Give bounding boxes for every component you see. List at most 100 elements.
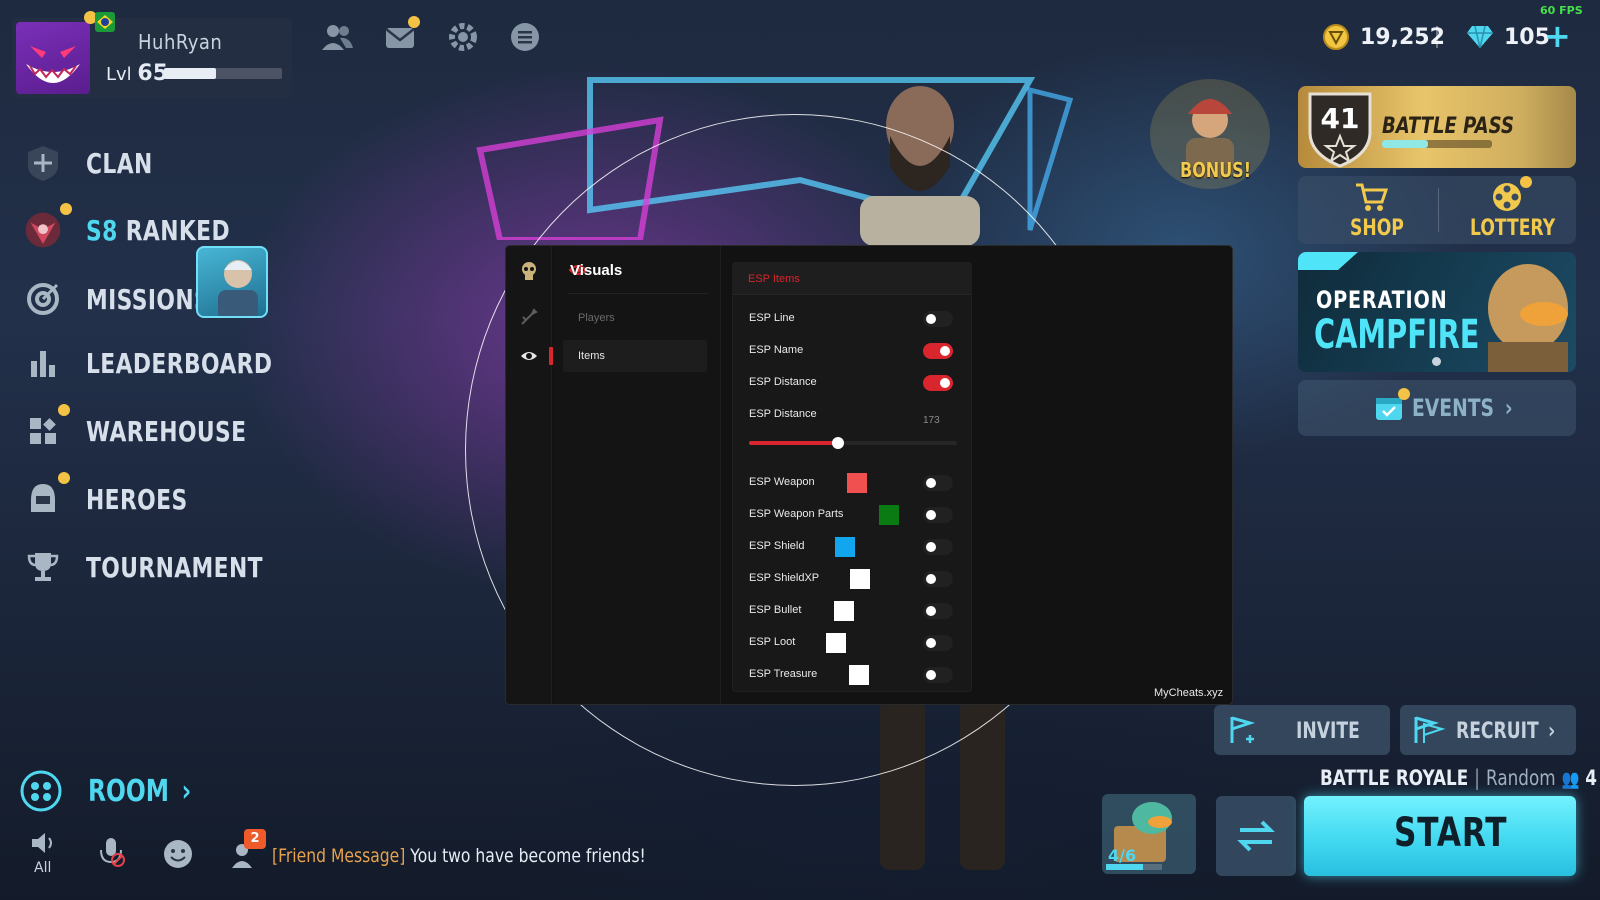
lottery-notification-dot <box>1520 176 1532 188</box>
volume-channel-label: All <box>34 860 52 876</box>
esp-loot-label: ESP Loot <box>749 636 796 648</box>
battle-pass-tier: 41 <box>1321 102 1360 135</box>
menu-item-clan[interactable]: CLAN <box>24 138 172 188</box>
esp-name-label: ESP Name <box>749 344 804 356</box>
gem-balance[interactable]: 105 <box>1466 20 1550 54</box>
cheat-menu-window[interactable]: Visuals Players Items ESP Items ESP Line… <box>505 245 1233 705</box>
esp-weapon-parts-toggle[interactable] <box>923 507 953 523</box>
menu-label-leaderboard: LEADERBOARD <box>86 346 273 380</box>
battle-pass-label: BATTLE PASS <box>1382 114 1514 139</box>
esp-distance-slider[interactable] <box>749 437 957 449</box>
esp-weapon-parts-color-swatch[interactable] <box>879 505 899 525</box>
invite-label: INVITE <box>1296 719 1360 744</box>
toggle-knob <box>926 542 936 552</box>
esp-treasure-row: ESP Treasure <box>749 665 959 685</box>
coin-amount: 19,252 <box>1360 24 1445 50</box>
bar-chart-icon <box>24 344 62 382</box>
toggle-knob <box>926 670 936 680</box>
speaker-icon[interactable] <box>30 830 60 856</box>
shop-label[interactable]: SHOP <box>1350 216 1404 241</box>
emoji-icon[interactable] <box>162 838 194 870</box>
trophy-icon <box>24 548 62 586</box>
esp-line-label: ESP Line <box>749 312 795 324</box>
slider-fill <box>749 441 839 445</box>
nav-separator <box>568 293 708 294</box>
battle-pass-progress-fill <box>1382 140 1429 148</box>
mode-name: BATTLE ROYALE <box>1320 766 1469 790</box>
events-notification-dot <box>1398 388 1410 400</box>
lottery-label[interactable]: LOTTERY <box>1470 216 1555 241</box>
plus-shield-icon <box>24 144 62 182</box>
esp-distance-toggle[interactable] <box>923 375 953 391</box>
esp-shield-color-swatch[interactable] <box>835 537 855 557</box>
chat-message[interactable]: [Friend Message] You two have become fri… <box>272 845 646 867</box>
xp-progress-fill <box>164 68 216 79</box>
esp-panel-title: ESP Items <box>733 263 971 295</box>
room-chevron-icon: › <box>181 773 192 809</box>
cheat-icon-sidebar <box>506 246 552 704</box>
friends-icon[interactable] <box>320 20 354 54</box>
menu-label-missions: MISSIONS <box>86 282 211 316</box>
nav-item-items[interactable]: Items <box>563 340 707 372</box>
mail-notification-dot <box>408 16 420 28</box>
game-mode-selector[interactable]: BATTLE ROYALE | Random 👥 4 <box>1320 766 1597 790</box>
settings-gear-icon[interactable] <box>446 20 480 54</box>
toggle-knob <box>940 346 950 356</box>
room-people-icon <box>20 770 62 812</box>
crate-count: 4/6 <box>1108 846 1137 865</box>
esp-treasure-color-swatch[interactable] <box>849 665 869 685</box>
esp-weapon-parts-label: ESP Weapon Parts <box>749 508 844 520</box>
add-currency-button[interactable]: + <box>1544 20 1574 52</box>
esp-line-toggle[interactable] <box>923 311 953 327</box>
grid-icon <box>24 412 62 450</box>
menu-list-icon[interactable] <box>508 20 542 54</box>
battle-pass-tier-badge: 41 <box>1308 92 1372 168</box>
slider-thumb[interactable] <box>832 437 845 449</box>
film-reel-lottery-icon[interactable] <box>1490 180 1524 214</box>
esp-treasure-label: ESP Treasure <box>749 668 818 680</box>
friend-message-badge: 2 <box>244 829 266 849</box>
level-prefix: Lvl <box>106 64 132 85</box>
esp-bullet-label: ESP Bullet <box>749 604 802 616</box>
missions-hero-thumbnail[interactable] <box>196 246 268 318</box>
shopping-cart-icon[interactable] <box>1354 182 1388 212</box>
nav-item-players[interactable]: Players <box>563 302 707 334</box>
menu-item-leaderboard[interactable]: LEADERBOARD <box>24 338 325 388</box>
esp-weapon-label: ESP Weapon <box>749 476 815 488</box>
esp-weapon-toggle[interactable] <box>923 475 953 491</box>
recruit-label: RECRUIT › <box>1456 719 1556 744</box>
esp-bullet-color-swatch[interactable] <box>834 601 854 621</box>
esp-shield-toggle[interactable] <box>923 539 953 555</box>
toggle-knob <box>926 314 936 324</box>
esp-loot-toggle[interactable] <box>923 635 953 651</box>
esp-shield-row: ESP Shield <box>749 537 959 557</box>
menu-item-tournament[interactable]: TOURNAMENT <box>24 542 313 592</box>
toggle-knob <box>926 606 936 616</box>
crate-progress <box>1106 864 1162 870</box>
player-name: HuhRyan <box>138 30 223 54</box>
esp-name-toggle[interactable] <box>923 343 953 359</box>
esp-distance-row: ESP Distance <box>749 373 959 393</box>
esp-bullet-toggle[interactable] <box>923 603 953 619</box>
avatar[interactable] <box>16 22 90 94</box>
esp-shieldxp-toggle[interactable] <box>923 571 953 587</box>
esp-loot-color-swatch[interactable] <box>826 633 846 653</box>
menu-item-heroes[interactable]: HEROES <box>24 474 216 524</box>
room-button[interactable]: ROOM › <box>20 770 220 812</box>
esp-weapon-color-swatch[interactable] <box>847 473 867 493</box>
currency-divider <box>1436 26 1438 48</box>
helmet-icon <box>24 480 62 518</box>
chat-channel-prefix: [Friend Message] <box>272 845 406 867</box>
events-chevron-icon: › <box>1504 394 1513 422</box>
esp-shield-label: ESP Shield <box>749 540 805 552</box>
coin-balance[interactable]: 19,252 <box>1322 20 1445 54</box>
microphone-muted-icon[interactable] <box>96 836 126 868</box>
esp-treasure-toggle[interactable] <box>923 667 953 683</box>
eye-visuals-tab-icon[interactable] <box>518 345 540 367</box>
start-label: START <box>1394 810 1508 856</box>
heroes-notification-dot <box>58 472 70 484</box>
esp-shieldxp-label: ESP ShieldXP <box>749 572 820 584</box>
esp-shieldxp-color-swatch[interactable] <box>850 569 870 589</box>
weapon-tab-icon[interactable] <box>518 306 540 328</box>
swap-mode-button[interactable] <box>1216 796 1296 876</box>
